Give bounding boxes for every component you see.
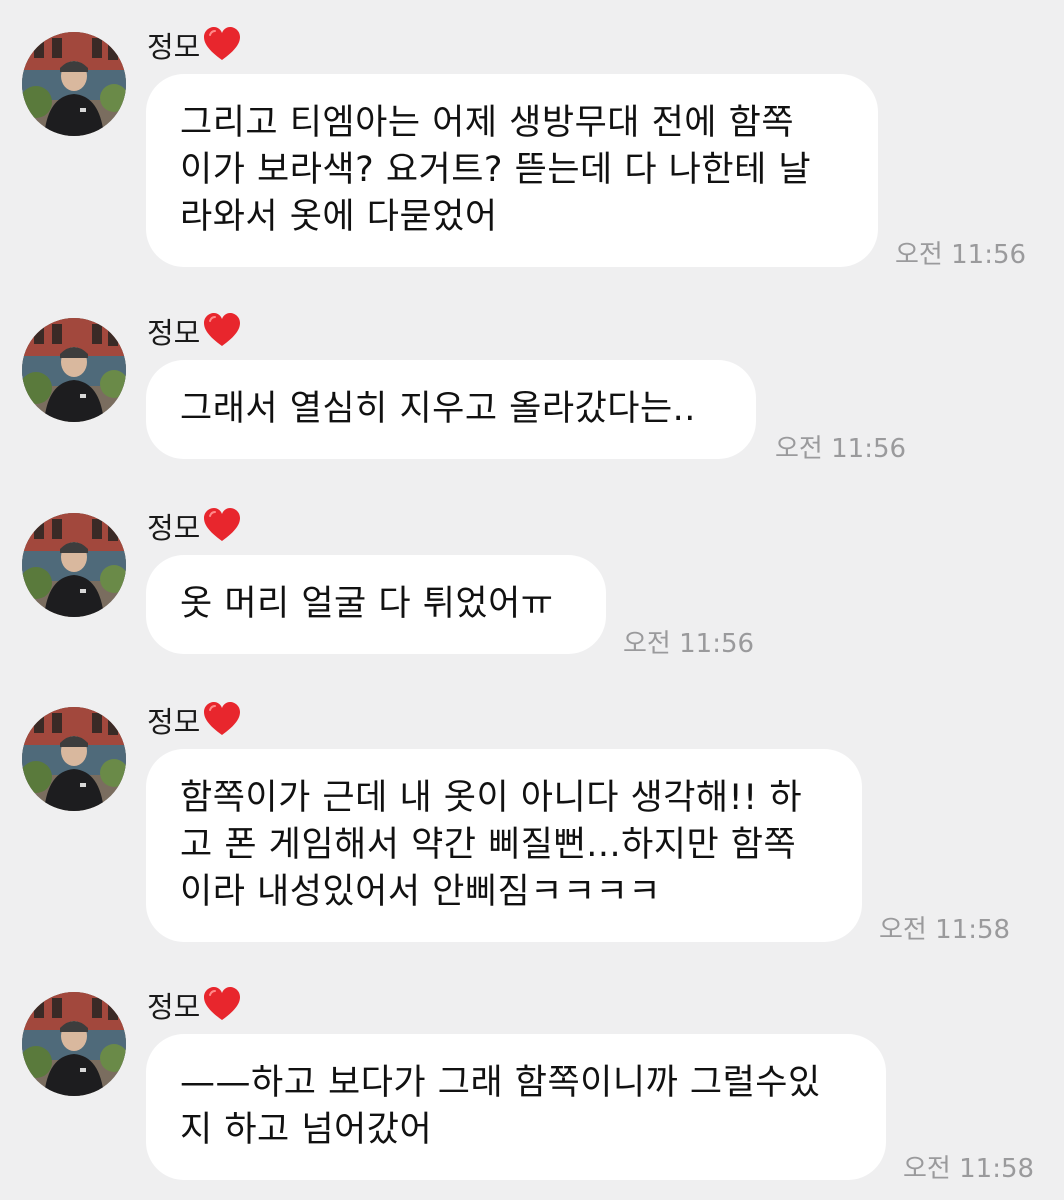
message-bubble[interactable]: 함쪽이가 근데 내 옷이 아니다 생각해!! 하 고 폰 게임해서 약간 삐질뻔… — [146, 749, 862, 942]
avatar[interactable] — [22, 32, 126, 136]
red-heart-icon — [204, 508, 241, 541]
chat-message-list: 정모 그리고 티엠아는 어제 생방무대 전에 함쪽 이가 보라색? 요거트? 뜯… — [0, 0, 1064, 1200]
message-timestamp: 오전 11:58 — [879, 915, 1011, 945]
message-timestamp: 오전 11:56 — [775, 434, 907, 464]
message-timestamp: 오전 11:56 — [623, 629, 755, 659]
avatar[interactable] — [22, 318, 126, 422]
sender-name-text: 정모 — [147, 705, 201, 739]
sender-name-text: 정모 — [147, 30, 201, 64]
avatar[interactable] — [22, 707, 126, 811]
red-heart-icon — [204, 702, 241, 735]
message-bubble[interactable]: 그리고 티엠아는 어제 생방무대 전에 함쪽 이가 보라색? 요거트? 뜯는데 … — [146, 74, 878, 267]
red-heart-icon — [204, 987, 241, 1020]
red-heart-icon — [204, 313, 241, 346]
message-bubble[interactable]: 그래서 열심히 지우고 올라갔다는.. — [146, 360, 756, 459]
sender-name: 정모 — [147, 503, 242, 549]
message-bubble[interactable]: ——하고 보다가 그래 함쪽이니까 그럴수있 지 하고 넘어갔어 — [146, 1034, 886, 1180]
message-timestamp: 오전 11:56 — [895, 240, 1027, 270]
avatar[interactable] — [22, 513, 126, 617]
avatar[interactable] — [22, 992, 126, 1096]
message-bubble[interactable]: 옷 머리 얼굴 다 튀었어ㅠ — [146, 555, 606, 654]
sender-name: 정모 — [147, 22, 242, 68]
sender-name: 정모 — [147, 982, 242, 1028]
red-heart-icon — [204, 27, 241, 60]
sender-name-text: 정모 — [147, 990, 201, 1024]
sender-name-text: 정모 — [147, 511, 201, 545]
sender-name-text: 정모 — [147, 316, 201, 350]
sender-name: 정모 — [147, 308, 242, 354]
message-timestamp: 오전 11:58 — [903, 1154, 1035, 1184]
sender-name: 정모 — [147, 697, 242, 743]
